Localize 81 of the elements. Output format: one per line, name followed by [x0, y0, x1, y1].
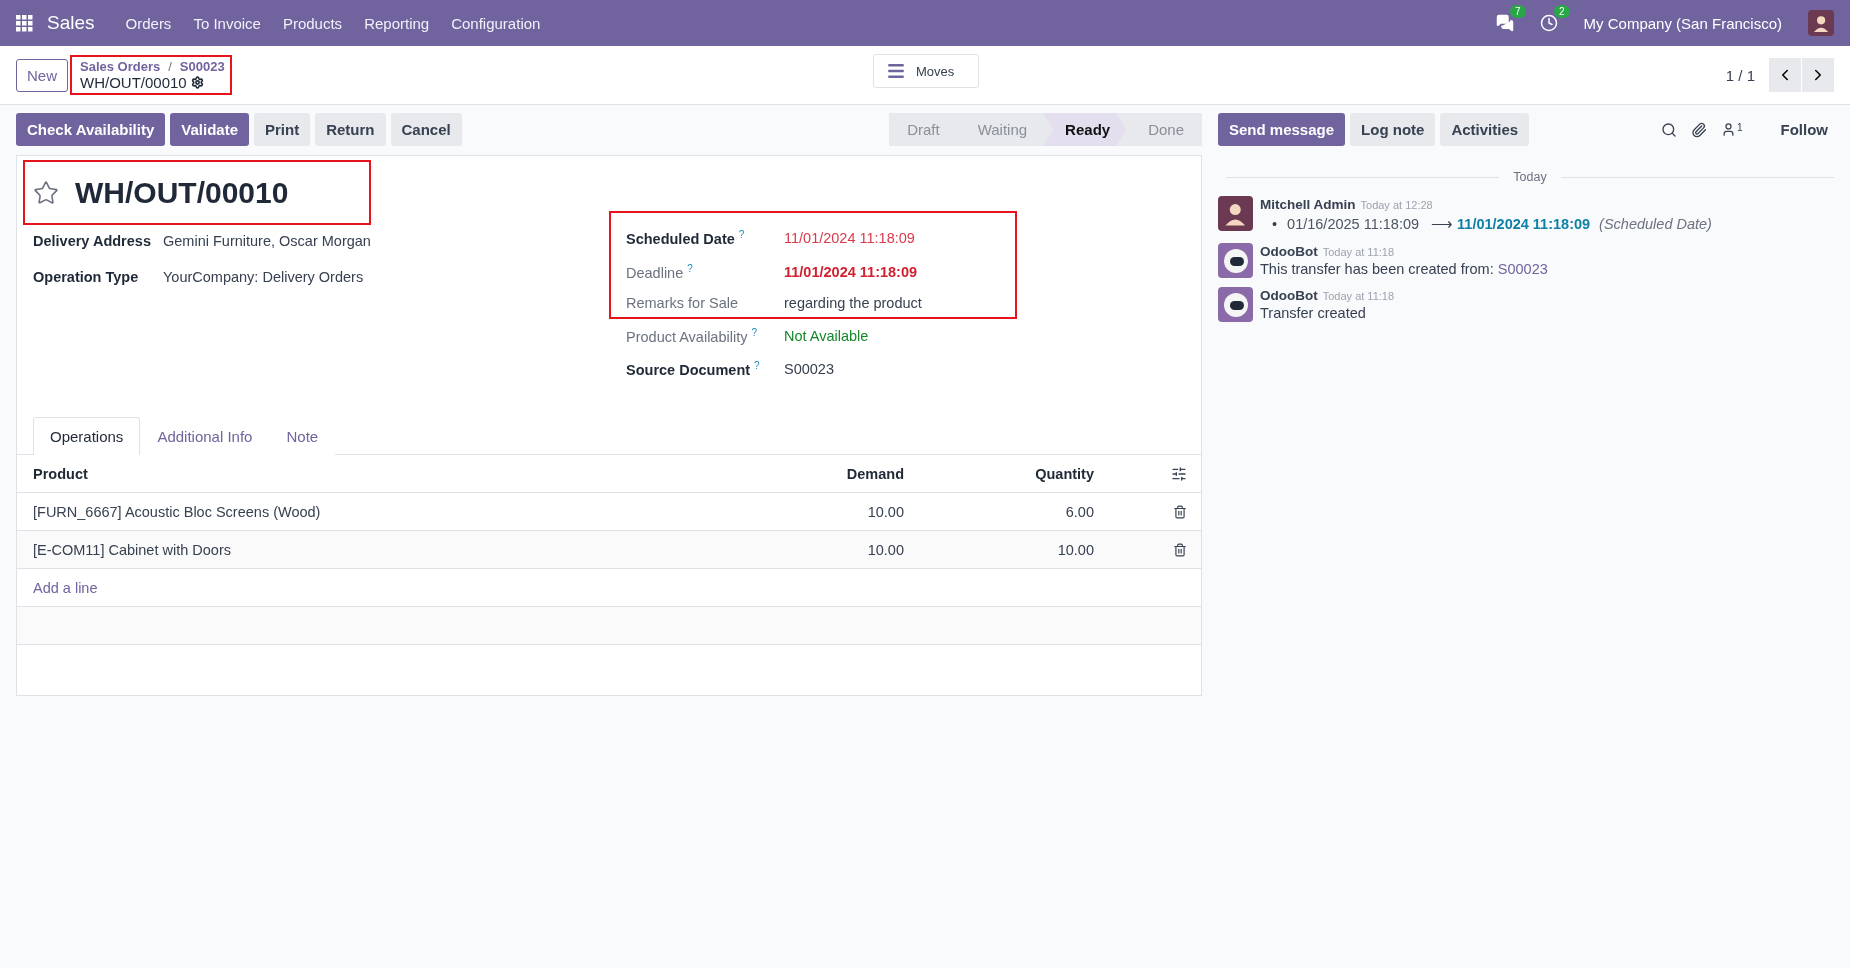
- column-settings-icon[interactable]: [1171, 465, 1187, 482]
- tracking-change: • 01/16/2025 11:18:09 ⟶ 11/01/2024 11:18:09 (Scheduled Date): [1272, 215, 1712, 234]
- action-button[interactable]: Return: [315, 113, 386, 146]
- message-count: 7: [1510, 5, 1526, 18]
- field-value: S00023: [784, 360, 834, 377]
- moves-button[interactable]: Moves: [873, 54, 979, 88]
- action-button[interactable]: Validate: [170, 113, 249, 146]
- gear-icon[interactable]: [190, 76, 204, 89]
- menu-item[interactable]: To Invoice: [182, 14, 272, 32]
- menu-item[interactable]: Orders: [114, 14, 183, 32]
- chatter-button[interactable]: Activities: [1440, 113, 1530, 146]
- table-cell-text: 10.00: [1056, 541, 1094, 558]
- field-label: Scheduled Date: [626, 230, 735, 247]
- action-button[interactable]: Print: [254, 113, 311, 146]
- record-title: WH/OUT/00010: [75, 175, 289, 210]
- menu-item[interactable]: Reporting: [353, 14, 441, 32]
- menu-item[interactable]: Products: [271, 14, 354, 32]
- follow-button[interactable]: Follow: [1774, 120, 1834, 139]
- field-value: 11/01/2024 11:18:09: [784, 264, 918, 280]
- help-icon[interactable]: ?: [751, 326, 757, 338]
- menu-item[interactable]: Configuration: [440, 14, 552, 32]
- apps-menu-icon[interactable]: [16, 14, 33, 32]
- action-button[interactable]: Check Availability: [16, 113, 166, 146]
- menu-icon: [886, 61, 906, 81]
- field-value: YourCompany: Delivery Orders: [163, 269, 364, 285]
- field-label: Source Document: [626, 361, 751, 378]
- column-header[interactable]: Product: [33, 465, 704, 482]
- field-label: Remarks for Sale: [626, 295, 738, 311]
- delete-icon[interactable]: [1173, 504, 1187, 519]
- tab[interactable]: Operations: [33, 417, 141, 455]
- field-label: Product Availability: [626, 328, 748, 345]
- message-time: Today at 12:28: [1360, 199, 1433, 211]
- date-separator: Today: [1513, 170, 1547, 184]
- field-label: Delivery Address: [33, 233, 152, 249]
- breadcrumb-link[interactable]: S00023: [179, 59, 225, 74]
- help-icon[interactable]: ?: [754, 359, 760, 371]
- message-body: Transfer created: [1260, 305, 1367, 321]
- clock-icon[interactable]: [1539, 14, 1558, 32]
- app-name[interactable]: Sales: [47, 12, 95, 34]
- chatter-button[interactable]: Log note: [1350, 113, 1436, 146]
- message-author: OdooBot: [1260, 288, 1318, 303]
- help-icon[interactable]: ?: [738, 229, 745, 241]
- chatter-button[interactable]: Send message: [1218, 113, 1346, 146]
- field-value: regarding the product: [784, 295, 922, 311]
- follower-count: 1: [1736, 122, 1743, 135]
- new-button[interactable]: New: [16, 58, 68, 92]
- breadcrumb-link[interactable]: Sales Orders: [80, 59, 161, 74]
- record-link[interactable]: S00023: [1497, 261, 1548, 277]
- star-icon[interactable]: [33, 179, 59, 206]
- field-label: Deadline: [626, 264, 684, 281]
- search-icon[interactable]: [1660, 121, 1677, 138]
- status-stage[interactable]: Ready: [1043, 113, 1127, 146]
- field-label: Operation Type: [33, 269, 140, 285]
- add-line-link[interactable]: Add a line: [33, 579, 704, 596]
- message-body: This transfer has been created from: S00023: [1260, 261, 1548, 277]
- company-switcher[interactable]: My Company (San Francisco): [1583, 14, 1782, 32]
- table-cell-text: 6.00: [1064, 503, 1094, 520]
- breadcrumb-separator: /: [168, 59, 172, 74]
- pager-counter: 1 / 1: [1725, 66, 1755, 84]
- action-button[interactable]: Cancel: [390, 113, 462, 146]
- message-time: Today at 11:18: [1322, 290, 1395, 302]
- column-header[interactable]: Quantity: [904, 465, 1094, 482]
- message-author: Mitchell Admin: [1260, 197, 1356, 212]
- message-time: Today at 11:18: [1322, 246, 1395, 258]
- delete-icon[interactable]: [1173, 542, 1187, 557]
- chat-icon[interactable]: [1495, 14, 1514, 32]
- table-cell-text: [E-COM11] Cabinet with Doors: [33, 541, 232, 558]
- user-avatar: [1808, 10, 1834, 36]
- help-icon[interactable]: ?: [687, 263, 693, 275]
- paperclip-icon[interactable]: [1690, 121, 1707, 138]
- record-name: WH/OUT/00010: [80, 74, 187, 91]
- follower-icon[interactable]: [1720, 122, 1736, 137]
- table-cell-text: 10.00: [866, 541, 904, 558]
- table-cell-text: [FURN_6667] Acoustic Bloc Screens (Wood): [33, 503, 322, 520]
- message-author: OdooBot: [1260, 244, 1318, 259]
- table-cell-text: 10.00: [866, 503, 904, 520]
- activity-count: 2: [1554, 5, 1570, 18]
- field-value: Gemini Furniture, Oscar Morgan: [163, 233, 371, 249]
- field-value: 11/01/2024 11:18:09: [784, 230, 915, 246]
- field-value: Not Available: [784, 327, 869, 344]
- column-header[interactable]: Demand: [704, 465, 904, 482]
